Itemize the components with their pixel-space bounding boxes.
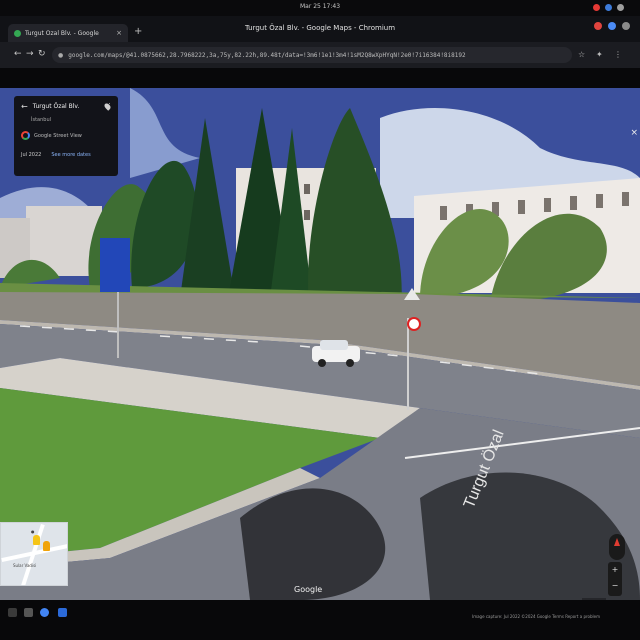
traffic-sign — [407, 317, 421, 331]
browser-toolbar: ← → ↻ ● ☆ ✦ ⋮ — [0, 42, 640, 68]
menu-dots-icon[interactable]: ⋮ — [614, 50, 622, 59]
minimap-label: Sular Vadisi — [13, 563, 37, 568]
google-logo-icon — [21, 131, 30, 140]
desktop-screen: Mar 25 17:43 Turgut Özal Blv. - Google ×… — [0, 0, 640, 640]
reload-icon[interactable]: ↻ — [38, 49, 46, 59]
place-name: Turgut Özal Blv. — [32, 103, 80, 110]
power-icon[interactable] — [617, 4, 624, 11]
map-footer: Image capture: Jul 2022 ©2024 Google Ter… — [472, 614, 600, 619]
compass-button[interactable] — [609, 534, 625, 560]
zoom-out-icon[interactable]: − — [608, 578, 622, 594]
chromium-icon[interactable] — [40, 608, 49, 617]
address-bar[interactable]: ● — [52, 47, 572, 63]
system-clock: Mar 25 17:43 — [299, 3, 341, 10]
tab-strip: Turgut Özal Blv. - Google × + Turgut Öza… — [0, 16, 640, 42]
network-icon[interactable] — [605, 4, 612, 11]
record-icon[interactable] — [593, 4, 600, 11]
compass-needle-icon — [614, 538, 620, 546]
extensions-icon[interactable]: ✦ — [596, 50, 603, 59]
url-input[interactable] — [68, 51, 549, 59]
taskbar — [0, 600, 640, 640]
back-arrow-icon[interactable]: ← — [14, 49, 22, 59]
location-marker-icon — [43, 541, 50, 551]
zoom-control[interactable]: + − — [608, 562, 622, 596]
system-tray — [593, 4, 624, 11]
forward-arrow-icon[interactable]: → — [26, 49, 34, 59]
editor-icon[interactable] — [58, 608, 67, 617]
close-street-view-icon[interactable]: × — [630, 128, 638, 138]
direction-sign — [100, 238, 130, 292]
bookmarks-bar — [0, 68, 640, 88]
google-watermark: Google — [294, 585, 323, 594]
apps-icon[interactable] — [8, 608, 17, 617]
star-icon[interactable]: ☆ — [578, 50, 585, 59]
photo-credit: Google Street View — [34, 132, 82, 139]
window-controls — [594, 22, 630, 30]
street-view-info-card: ← Turgut Özal Blv. ⋮ İstanbul Google Str… — [14, 96, 118, 176]
place-subtitle: İstanbul — [31, 117, 52, 123]
minimap-marker-label: ● — [31, 529, 35, 534]
minimap[interactable]: ● Sular Vadisi — [0, 522, 68, 586]
close-window-icon[interactable] — [594, 22, 602, 30]
system-bar: Mar 25 17:43 — [0, 0, 640, 16]
files-icon[interactable] — [24, 608, 33, 617]
maximize-icon[interactable] — [622, 22, 630, 30]
back-arrow-icon[interactable]: ← — [21, 102, 28, 111]
more-options-icon[interactable]: ⋮ — [106, 102, 113, 110]
window-title: Turgut Özal Blv. - Google Maps - Chromiu… — [244, 24, 396, 32]
zoom-in-icon[interactable]: + — [608, 562, 622, 578]
see-more-dates-link[interactable]: See more dates — [51, 152, 90, 158]
capture-date: Jul 2022 — [21, 152, 42, 158]
pegman-icon[interactable] — [33, 535, 40, 545]
minimize-icon[interactable] — [608, 22, 616, 30]
lock-icon[interactable]: ● — [58, 52, 63, 59]
